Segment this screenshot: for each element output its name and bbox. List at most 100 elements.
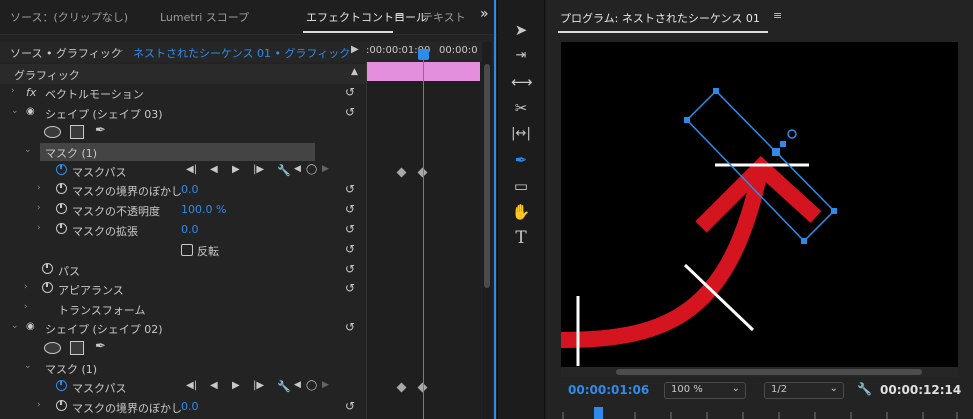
- chevron-right-icon[interactable]: ›: [24, 282, 28, 292]
- ellipse-mask-icon[interactable]: [44, 342, 61, 354]
- add-keyframe-icon[interactable]: ◯: [306, 380, 317, 391]
- current-timecode[interactable]: 00:00:01:06: [568, 383, 649, 397]
- track-forward-one-icon[interactable]: |▶: [253, 164, 264, 175]
- track-forward-icon[interactable]: ▶: [232, 164, 240, 175]
- mask-expansion-value[interactable]: 0.0: [181, 223, 199, 236]
- appearance-row[interactable]: › アピアランス ↺: [0, 279, 366, 299]
- tab-menu-icon[interactable]: ≡: [395, 9, 404, 22]
- next-keyframe-icon[interactable]: ▶: [322, 380, 329, 390]
- stopwatch-icon[interactable]: [56, 164, 67, 175]
- source-selector[interactable]: ソース • グラフィック: [10, 45, 122, 61]
- mask-opacity-row[interactable]: › マスクの不透明度 100.0 % ↺: [0, 200, 366, 220]
- eye-icon[interactable]: ◉: [26, 321, 35, 332]
- settings-wrench-icon[interactable]: 🔧: [857, 382, 872, 396]
- reset-icon[interactable]: ↺: [345, 222, 355, 236]
- viewer-scroll-thumb[interactable]: [616, 369, 922, 375]
- reset-icon[interactable]: ↺: [345, 105, 355, 119]
- chevron-down-icon[interactable]: ⌄: [11, 106, 19, 116]
- mask-path-b-row[interactable]: マスクパス ◀| ◀ ▶ |▶ 🔧 ◀ ◯ ▶: [0, 377, 366, 397]
- tab-text[interactable]: テキスト: [422, 9, 466, 25]
- stopwatch-icon[interactable]: [56, 223, 67, 234]
- program-time-ruler[interactable]: [561, 404, 958, 419]
- track-forward-one-icon[interactable]: |▶: [253, 380, 264, 391]
- stopwatch-icon[interactable]: [56, 400, 67, 411]
- ripple-edit-tool-icon[interactable]: ⟷: [511, 72, 533, 92]
- chevron-down-icon[interactable]: ⌄: [24, 361, 32, 371]
- inverted-checkbox[interactable]: [181, 244, 193, 256]
- eye-icon[interactable]: ◉: [26, 106, 35, 117]
- stopwatch-icon[interactable]: [42, 282, 53, 293]
- rectangle-mask-icon[interactable]: [70, 125, 84, 139]
- program-viewer[interactable]: [561, 42, 958, 367]
- track-select-tool-icon[interactable]: ⇥: [511, 46, 531, 66]
- stopwatch-icon[interactable]: [56, 183, 67, 194]
- track-backward-icon[interactable]: ◀: [210, 164, 218, 175]
- mask-1b-row[interactable]: ⌄ マスク (1): [0, 358, 366, 378]
- reset-icon[interactable]: ↺: [345, 262, 355, 276]
- scrollbar-thumb[interactable]: [484, 64, 490, 288]
- path-row[interactable]: パス ↺: [0, 260, 366, 280]
- playhead-handle[interactable]: [418, 49, 429, 60]
- shape-03-row[interactable]: ⌄ ◉ シェイプ (シェイプ 03) ↺: [0, 103, 366, 123]
- playhead-line[interactable]: [423, 50, 424, 419]
- reset-icon[interactable]: ↺: [345, 320, 355, 334]
- fx-toggle-icon[interactable]: fx: [26, 86, 36, 99]
- type-tool-icon[interactable]: T: [511, 228, 531, 248]
- stopwatch-icon[interactable]: [56, 380, 67, 391]
- stopwatch-icon[interactable]: [42, 263, 53, 274]
- rectangle-tool-icon[interactable]: ▭: [511, 176, 531, 196]
- selection-tool-icon[interactable]: ➤: [511, 20, 531, 40]
- razor-tool-icon[interactable]: ✂: [511, 98, 531, 118]
- chevron-right-icon[interactable]: ›: [24, 302, 28, 312]
- program-monitor-title[interactable]: プログラム: ネストされたシーケンス 01: [560, 10, 760, 26]
- play-only-audio-icon[interactable]: ▶: [351, 44, 359, 55]
- track-backward-icon[interactable]: ◀: [210, 380, 218, 391]
- reset-icon[interactable]: ↺: [345, 242, 355, 256]
- mask-opacity-value[interactable]: 100.0 %: [181, 203, 226, 216]
- tab-lumetri-scopes[interactable]: Lumetri スコープ: [160, 9, 249, 25]
- mask-1-row[interactable]: ⌄ マスク (1): [0, 142, 366, 162]
- track-forward-icon[interactable]: ▶: [232, 380, 240, 391]
- collapse-up-icon[interactable]: ▲: [351, 67, 358, 77]
- shape-02-row[interactable]: ⌄ ◉ シェイプ (シェイプ 02) ↺: [0, 318, 366, 338]
- next-keyframe-icon[interactable]: ▶: [322, 164, 329, 174]
- chevron-down-icon[interactable]: ⌄: [11, 321, 19, 331]
- tab-source[interactable]: ソース：(クリップなし): [10, 9, 128, 25]
- mask-feather-value[interactable]: 0.0: [181, 183, 199, 196]
- vector-motion-row[interactable]: › fx ベクトルモーション ↺: [0, 83, 366, 103]
- prev-keyframe-icon[interactable]: ◀: [294, 164, 301, 174]
- reset-icon[interactable]: ↺: [345, 182, 355, 196]
- track-backward-one-icon[interactable]: ◀|: [186, 164, 197, 175]
- reset-icon[interactable]: ↺: [345, 202, 355, 216]
- chevron-down-icon[interactable]: ⌄: [117, 45, 125, 55]
- chevron-right-icon[interactable]: ›: [37, 203, 41, 213]
- pen-mask-icon[interactable]: ✒: [95, 339, 106, 354]
- mask-feather-b-value[interactable]: 0.0: [181, 400, 199, 413]
- reset-icon[interactable]: ↺: [345, 281, 355, 295]
- mask-feather-b-row[interactable]: › マスクの境界のぼかし 0.0 ↺: [0, 397, 366, 417]
- mask-path-row[interactable]: マスクパス ◀| ◀ ▶ |▶ 🔧 ◀ ◯ ▶: [0, 161, 366, 181]
- pen-tool-icon[interactable]: ✒: [511, 150, 531, 170]
- mask-feather-row[interactable]: › マスクの境界のぼかし 0.0 ↺: [0, 180, 366, 200]
- ellipse-mask-icon[interactable]: [44, 126, 61, 138]
- chevron-right-icon[interactable]: ›: [37, 183, 41, 193]
- reset-icon[interactable]: ↺: [345, 85, 355, 99]
- chevron-right-icon[interactable]: ›: [37, 223, 41, 233]
- chevron-down-icon[interactable]: ⌄: [24, 145, 32, 155]
- slip-tool-icon[interactable]: |↔|: [511, 124, 531, 144]
- hand-tool-icon[interactable]: ✋: [511, 202, 531, 222]
- tab-effect-controls[interactable]: エフェクトコントロール: [306, 9, 427, 25]
- sequence-clip-link[interactable]: ネストされたシーケンス 01 • グラフィック: [133, 45, 350, 61]
- wrench-icon[interactable]: 🔧: [277, 380, 291, 393]
- chevron-right-icon[interactable]: ›: [37, 400, 41, 410]
- prev-keyframe-icon[interactable]: ◀: [294, 380, 301, 390]
- mask-expansion-row[interactable]: › マスクの拡張 0.0 ↺: [0, 220, 366, 240]
- track-backward-one-icon[interactable]: ◀|: [186, 380, 197, 391]
- tabs-overflow-icon[interactable]: »: [480, 6, 489, 22]
- panel-menu-icon[interactable]: ≡: [773, 9, 782, 22]
- rectangle-mask-icon[interactable]: [70, 341, 84, 355]
- resolution-dropdown[interactable]: 1/2 ⌄: [764, 382, 844, 399]
- stopwatch-icon[interactable]: [56, 203, 67, 214]
- chevron-right-icon[interactable]: ›: [11, 86, 15, 96]
- add-keyframe-icon[interactable]: ◯: [306, 164, 317, 175]
